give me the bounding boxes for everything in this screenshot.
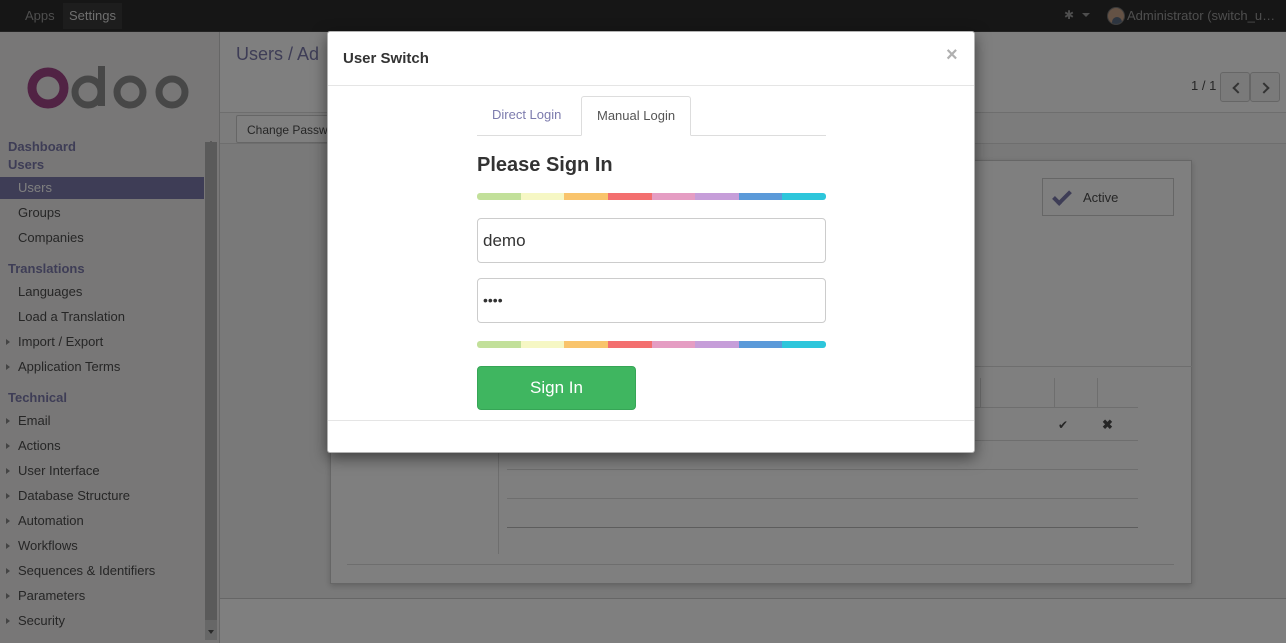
sign-in-heading: Please Sign In [477,154,613,176]
modal-title: User Switch [343,50,429,67]
login-input[interactable]: demo [477,218,826,263]
login-tabs: Direct Login Manual Login [477,96,826,136]
tab-direct-login[interactable]: Direct Login [477,96,576,136]
tab-manual-login[interactable]: Manual Login [581,96,692,136]
rainbow-divider [477,193,826,200]
modal-header: User Switch × [328,32,974,86]
rainbow-divider [477,341,826,348]
password-input[interactable]: •••• [477,278,826,323]
sign-in-button[interactable]: Sign In [477,366,636,410]
close-icon[interactable]: × [946,44,958,67]
user-switch-modal: User Switch × Direct Login Manual Login … [327,31,975,453]
modal-footer-divider [328,420,974,421]
